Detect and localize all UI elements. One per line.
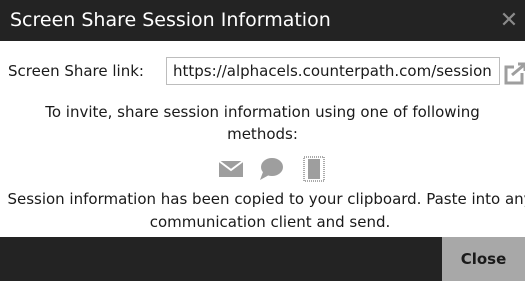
dialog-footer: Close <box>0 237 525 281</box>
chat-bubble-icon[interactable] <box>258 156 284 182</box>
dialog-title: Screen Share Session Information <box>10 9 331 31</box>
link-row: Screen Share link: <box>0 51 525 91</box>
screen-share-link-field[interactable] <box>166 57 500 85</box>
open-link-icon[interactable] <box>504 61 525 85</box>
screen-share-dialog: Screen Share Session Information ✕ Scree… <box>0 0 525 281</box>
screen-share-link-label: Screen Share link: <box>8 62 144 80</box>
invite-instructions: To invite, share session information usi… <box>45 103 480 143</box>
copy-icon[interactable] <box>303 156 325 182</box>
close-icon[interactable]: ✕ <box>497 0 521 41</box>
share-methods <box>0 156 525 184</box>
envelope-icon[interactable] <box>218 156 244 182</box>
dialog-titlebar: Screen Share Session Information ✕ <box>0 0 525 41</box>
close-button[interactable]: Close <box>442 237 525 281</box>
clipboard-status: Session information has been copied to y… <box>7 190 525 231</box>
